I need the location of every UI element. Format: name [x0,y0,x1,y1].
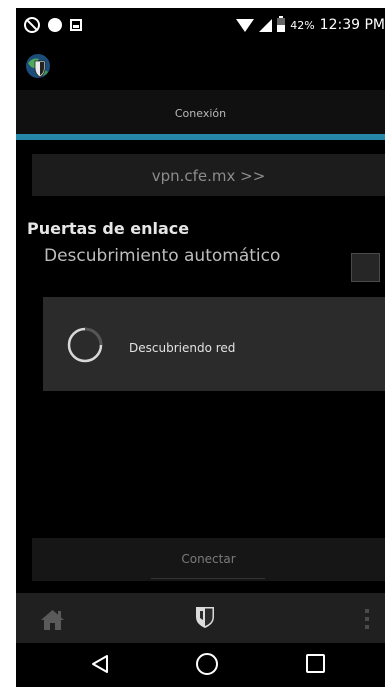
status-right-icons: 42% 12:39 PM [236,16,385,33]
auto-discovery-checkbox[interactable] [351,253,380,282]
tab-conexion-label: Conexión [174,107,227,120]
back-icon[interactable] [89,653,111,675]
progress-dialog: Descubriendo red [43,297,385,391]
connect-button[interactable]: Conectar [32,538,385,581]
status-left-icons [24,17,82,33]
home-icon[interactable] [40,609,65,631]
server-label: vpn.cfe.mx >> [151,167,266,185]
image-icon [70,19,82,31]
tab-conexion[interactable]: Conexión [16,90,385,137]
connect-label: Conectar [181,552,236,566]
signal-icon [259,18,273,32]
navigation-bar [16,643,385,687]
status-bar: 42% 12:39 PM [16,8,385,44]
overflow-menu-icon[interactable] [364,608,370,630]
home-circle-icon[interactable] [196,653,218,675]
tab-indicator [16,134,385,140]
wifi-icon [236,18,255,32]
bottom-toolbar [16,593,385,643]
shield-icon[interactable] [194,605,216,629]
gateways-heading: Puertas de enlace [27,219,190,238]
spinner-icon [67,327,103,363]
do-not-disturb-icon [24,17,40,33]
progress-text: Descubriendo red [129,341,236,355]
globe-shield-app-icon[interactable] [25,53,51,79]
clock: 12:39 PM [319,17,385,33]
battery-icon [277,16,286,32]
server-button[interactable]: vpn.cfe.mx >> [32,154,385,196]
auto-discovery-label: Descubrimiento automático [44,246,281,266]
recents-icon[interactable] [306,654,325,673]
battery-percent: 42% [290,18,315,32]
phone-screen: 42% 12:39 PM Conexión vpn.cfe.mx >> Puer… [16,8,385,687]
notification-dot-icon [48,18,62,32]
connect-underline [151,578,265,579]
app-bar [16,44,385,126]
